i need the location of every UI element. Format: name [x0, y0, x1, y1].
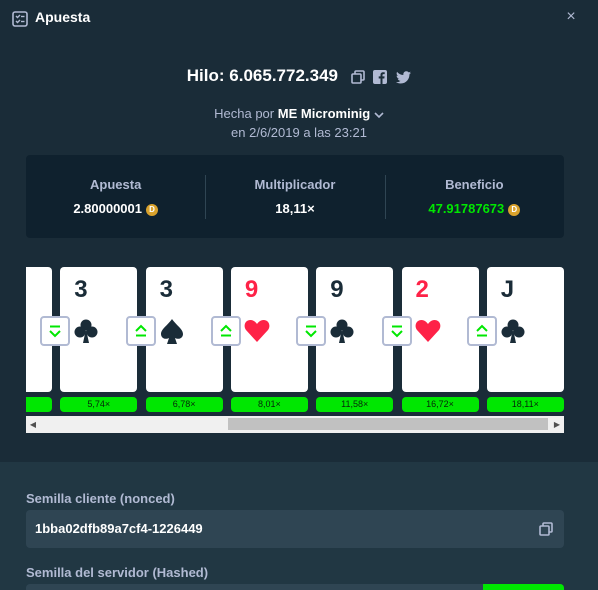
bet-date: en 2/6/2019 a las 23:21	[231, 125, 367, 140]
server-seed-action-button[interactable]	[483, 584, 564, 590]
guess-lower-icon	[40, 316, 71, 346]
card-rank: J	[500, 276, 515, 303]
author-prefix: Hecha por	[214, 106, 275, 121]
scroll-right-arrow-icon[interactable]: ▶	[553, 420, 561, 429]
bet-amount: 2.80000001	[73, 201, 142, 216]
guess-higher-icon	[210, 316, 241, 346]
clubs-suit-icon	[328, 317, 356, 345]
chevron-down-icon[interactable]	[374, 111, 384, 119]
author-name[interactable]: Microminig	[301, 106, 370, 121]
guess-lower-icon	[381, 316, 412, 346]
stat-bet: Apuesta 2.80000001 D	[26, 155, 205, 238]
profit-label: Beneficio	[445, 177, 504, 192]
card-multiplier-badge: 16,72×	[401, 397, 479, 412]
copy-icon[interactable]	[350, 70, 365, 84]
facebook-icon[interactable]	[373, 70, 388, 85]
clubs-suit-icon	[72, 317, 100, 345]
scroll-left-arrow-icon[interactable]: ◀	[29, 420, 37, 429]
guess-lower-icon	[296, 316, 327, 346]
playing-card: J	[486, 267, 564, 392]
client-seed-field[interactable]: 1bba02dfb89a7cf4-1226449	[26, 510, 564, 548]
bet-stats-panel: Apuesta 2.80000001 D Multiplicador 18,11×…	[26, 155, 564, 238]
game-id-text: Hilo: 6.065.772.349	[186, 66, 338, 85]
currency-coin-icon: D	[146, 203, 158, 216]
multiplier-label: Multiplicador	[254, 177, 336, 192]
close-button[interactable]: ×	[563, 9, 579, 25]
guess-higher-icon	[125, 316, 156, 346]
card-multiplier-badge: 11,58×	[316, 397, 394, 412]
stat-profit: Beneficio 47.91787673 D	[384, 155, 564, 238]
client-seed-label: Semilla cliente (nonced)	[26, 491, 175, 506]
card-multiplier-badge: 8,01×	[230, 397, 308, 412]
card-rank: 3	[159, 276, 173, 303]
currency-coin-icon: D	[508, 203, 521, 216]
bet-author: Hecha por ME Microminig	[0, 106, 598, 121]
card-multiplier-badge: 6,78×	[145, 397, 223, 412]
twitter-icon[interactable]	[396, 70, 412, 84]
card-multiplier-badge: 18,11×	[486, 397, 564, 412]
multiplier-value: 18,11×	[275, 201, 315, 216]
card-history-strip[interactable]: 3 5,74× 3 6,78× 9 8,01× 9 11,58× 2 16,72× J 18,11×	[26, 264, 564, 414]
card-rank: 3	[74, 276, 88, 303]
spades-suit-icon	[158, 317, 186, 345]
profit-amount: 47.91787673	[428, 201, 505, 216]
clubs-suit-icon	[499, 317, 527, 345]
stat-multiplier: Multiplicador 18,11×	[205, 155, 384, 238]
card-rank: 2	[415, 276, 429, 303]
author-badge: ME	[277, 106, 298, 121]
game-title: Hilo: 6.065.772.349	[0, 66, 598, 87]
bet-slip-icon	[12, 11, 28, 27]
hearts-suit-icon	[414, 317, 442, 345]
copy-icon[interactable]	[539, 522, 553, 536]
server-seed-label: Semilla del servidor (Hashed)	[26, 565, 209, 580]
horizontal-scrollbar[interactable]: ◀ ▶	[26, 416, 564, 433]
hearts-suit-icon	[243, 317, 271, 345]
guess-higher-icon	[466, 316, 497, 346]
card-rank: 9	[330, 276, 344, 303]
card-multiplier-badge: 5,74×	[60, 397, 138, 412]
title-bar: Apuesta ×	[0, 0, 598, 36]
card-rank: 9	[244, 276, 259, 303]
scroll-thumb[interactable]	[228, 418, 548, 430]
bet-label: Apuesta	[90, 177, 142, 192]
window-title: Apuesta	[35, 9, 91, 25]
client-seed-value[interactable]: 1bba02dfb89a7cf4-1226449	[35, 521, 203, 536]
card-multiplier-badge	[26, 397, 52, 412]
